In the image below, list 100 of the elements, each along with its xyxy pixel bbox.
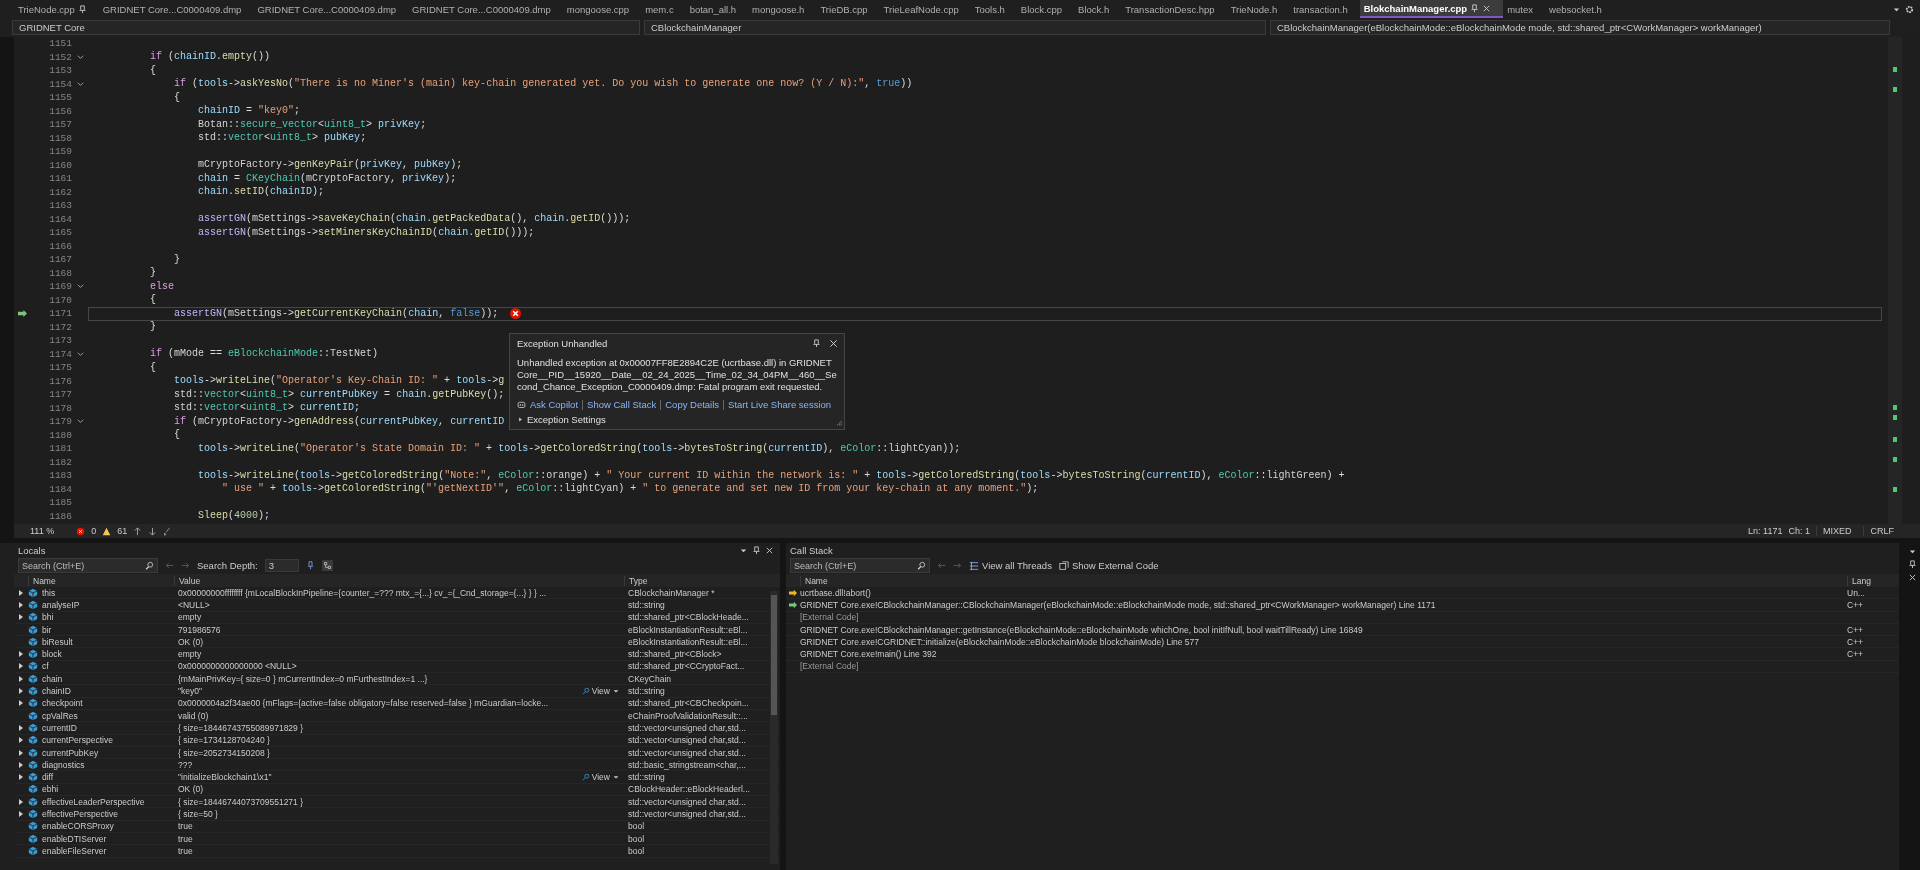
expand-icon[interactable] bbox=[17, 797, 25, 806]
expand-icon[interactable] bbox=[17, 662, 25, 671]
scrollbar[interactable] bbox=[1888, 37, 1902, 524]
popup-link[interactable]: Copy Details bbox=[665, 399, 720, 410]
expand-icon[interactable] bbox=[517, 416, 524, 423]
brush-icon[interactable] bbox=[163, 526, 173, 536]
settings-icon[interactable] bbox=[1905, 4, 1914, 14]
file-tab[interactable]: TrieLeafNode.cpp bbox=[879, 0, 971, 18]
column-header[interactable]: Lang bbox=[1847, 575, 1883, 586]
line-number: 1175 bbox=[48, 362, 72, 374]
toolbar-button[interactable]: Show External Code bbox=[1058, 560, 1159, 571]
expand-icon[interactable] bbox=[17, 773, 25, 782]
search-icon[interactable] bbox=[917, 561, 926, 570]
expand-icon[interactable] bbox=[17, 810, 25, 818]
pin-icon[interactable] bbox=[305, 561, 315, 570]
member-dropdown[interactable]: CBlockchainManager(eBlockchainMode::eBlockchainMode mode, std::shared_ptr<CWorkManager> workManager) bbox=[1270, 20, 1890, 35]
file-tab[interactable]: TrieNode.cpp bbox=[14, 0, 99, 18]
indentation-indicator[interactable]: MIXED bbox=[1815, 526, 1858, 536]
file-tab[interactable]: BlokchainManager.cpp bbox=[1359, 0, 1504, 18]
scrollbar[interactable] bbox=[770, 591, 778, 864]
file-tab[interactable]: GRIDNET Core...C0000409.dmp bbox=[253, 0, 409, 18]
expand-icon[interactable] bbox=[17, 588, 25, 597]
up-arrow-icon[interactable] bbox=[133, 526, 143, 536]
popup-link[interactable]: Ask Copilot bbox=[530, 399, 579, 410]
file-tab[interactable]: mutex bbox=[1503, 0, 1546, 18]
file-tab[interactable]: TrieNode.h bbox=[1226, 0, 1290, 18]
view-button[interactable]: View bbox=[581, 772, 624, 783]
column-header[interactable]: Type bbox=[624, 575, 769, 586]
pin-icon[interactable] bbox=[1908, 560, 1917, 569]
file-tab[interactable]: GRIDNET Core...C0000409.dmp bbox=[408, 0, 563, 18]
pin-icon[interactable] bbox=[1470, 3, 1480, 13]
table-cell[interactable]: GRIDNET Core.exe!CBlockchainManager::CBlockchainManager(eBlockchainMode::eBlockchainMode mode, std::shared_ptr<CWorkManager> workManager) Line 1171 bbox=[800, 599, 1847, 610]
pin-icon[interactable] bbox=[752, 545, 761, 555]
search-field[interactable]: Search (Ctrl+E) bbox=[19, 560, 145, 571]
exception-settings-link[interactable]: Exception Settings bbox=[527, 414, 606, 425]
column-header[interactable]: Name bbox=[28, 575, 174, 586]
expand-icon[interactable] bbox=[17, 748, 25, 757]
line-number: 1171 bbox=[48, 308, 72, 320]
expand-icon[interactable] bbox=[17, 674, 25, 683]
expand-icon[interactable] bbox=[17, 600, 25, 609]
column-header[interactable]: Value bbox=[174, 575, 624, 586]
error-count[interactable]: 0 bbox=[91, 526, 97, 536]
file-tab[interactable]: mem.c bbox=[641, 0, 686, 18]
column-header[interactable]: Name bbox=[800, 575, 1847, 586]
table-cell[interactable]: ucrtbase.dll!abort() bbox=[800, 587, 1847, 598]
file-tab[interactable]: mongoose.cpp bbox=[562, 0, 642, 18]
file-tab[interactable]: botan_all.h bbox=[685, 0, 749, 18]
expand-icon[interactable] bbox=[17, 687, 25, 695]
search-field[interactable]: Search (Ctrl+E) bbox=[18, 558, 158, 573]
expand-icon[interactable] bbox=[17, 760, 25, 769]
close-icon[interactable] bbox=[765, 545, 774, 555]
project-dropdown[interactable]: GRIDNET Core bbox=[12, 20, 640, 35]
toolbar-button[interactable]: View all Threads bbox=[969, 560, 1052, 571]
expand-icon[interactable] bbox=[17, 613, 25, 622]
search-icon[interactable] bbox=[145, 561, 154, 570]
hierarchy-icon[interactable] bbox=[321, 560, 333, 571]
file-tab[interactable]: mongoose.h bbox=[748, 0, 817, 18]
close-icon[interactable] bbox=[829, 339, 838, 348]
pin-icon[interactable] bbox=[812, 339, 821, 348]
line-endings-indicator[interactable]: CRLF bbox=[1863, 526, 1900, 536]
table-cell[interactable]: [External Code] bbox=[800, 661, 1847, 672]
file-tab[interactable]: Block.cpp bbox=[1016, 0, 1075, 18]
expand-icon[interactable] bbox=[17, 699, 25, 708]
warning-count[interactable]: 61 bbox=[117, 526, 128, 536]
table-cell: enableDTIServer bbox=[42, 833, 107, 844]
popup-link[interactable]: Start Live Share session bbox=[728, 399, 832, 410]
file-tab[interactable]: websocket.h bbox=[1545, 0, 1614, 18]
close-icon[interactable] bbox=[1908, 573, 1917, 582]
expand-icon[interactable] bbox=[17, 723, 25, 732]
file-tab[interactable]: Tools.h bbox=[970, 0, 1017, 18]
popup-link[interactable]: Show Call Stack bbox=[587, 399, 657, 410]
collapse-icon[interactable] bbox=[75, 79, 85, 89]
scope-dropdown[interactable]: CBlockchainManager bbox=[644, 20, 1266, 35]
file-tab[interactable]: TransactionDesc.hpp bbox=[1121, 0, 1227, 18]
file-tab[interactable]: GRIDNET Core...C0000409.dmp bbox=[98, 0, 254, 18]
line-indicator[interactable]: Ln: 1171 bbox=[1748, 526, 1783, 536]
expand-icon[interactable] bbox=[17, 736, 25, 745]
search-depth-dropdown[interactable]: 3 bbox=[264, 559, 299, 572]
code-line: if (mCryptoFactory->genAddress(currentPubKey, currentID bbox=[173, 415, 505, 428]
view-button[interactable]: View bbox=[581, 686, 624, 696]
table-cell[interactable]: GRIDNET Core.exe!CGRIDNET::initialize(eBlockchainMode::eBlockchainMode blockchainMode) Line 577 bbox=[800, 636, 1847, 647]
expand-icon[interactable] bbox=[17, 650, 25, 659]
file-tab[interactable]: transaction.h bbox=[1289, 0, 1360, 18]
search-field[interactable]: Search (Ctrl+E) bbox=[791, 560, 917, 571]
zoom-dropdown[interactable]: 111 % bbox=[30, 526, 55, 536]
table-cell[interactable]: [External Code] bbox=[800, 612, 1847, 623]
resize-grip-icon[interactable] bbox=[835, 420, 842, 427]
file-tab[interactable]: TrieDB.cpp bbox=[816, 0, 880, 18]
table-cell[interactable]: GRIDNET Core.exe!main() Line 392 bbox=[800, 649, 1847, 660]
code-line: std::vector<uint8_t> currentPubKey = chain.getPubKey(); bbox=[173, 388, 505, 401]
collapse-icon[interactable] bbox=[75, 349, 85, 359]
table-cell: this bbox=[42, 587, 56, 598]
close-icon[interactable] bbox=[1482, 3, 1492, 13]
down-arrow-icon[interactable] bbox=[148, 526, 158, 536]
collapse-icon[interactable] bbox=[75, 52, 85, 62]
column-indicator[interactable]: Ch: 1 bbox=[1788, 526, 1810, 536]
search-field[interactable]: Search (Ctrl+E) bbox=[790, 558, 930, 573]
pin-icon[interactable] bbox=[77, 4, 87, 14]
file-tab[interactable]: Block.h bbox=[1074, 0, 1122, 18]
table-cell[interactable]: GRIDNET Core.exe!CBlockchainManager::getInstance(eBlockchainMode::eBlockchainMode whichOne, bool initIfNull, bool waitTillReady) Line 16849 bbox=[800, 624, 1847, 635]
